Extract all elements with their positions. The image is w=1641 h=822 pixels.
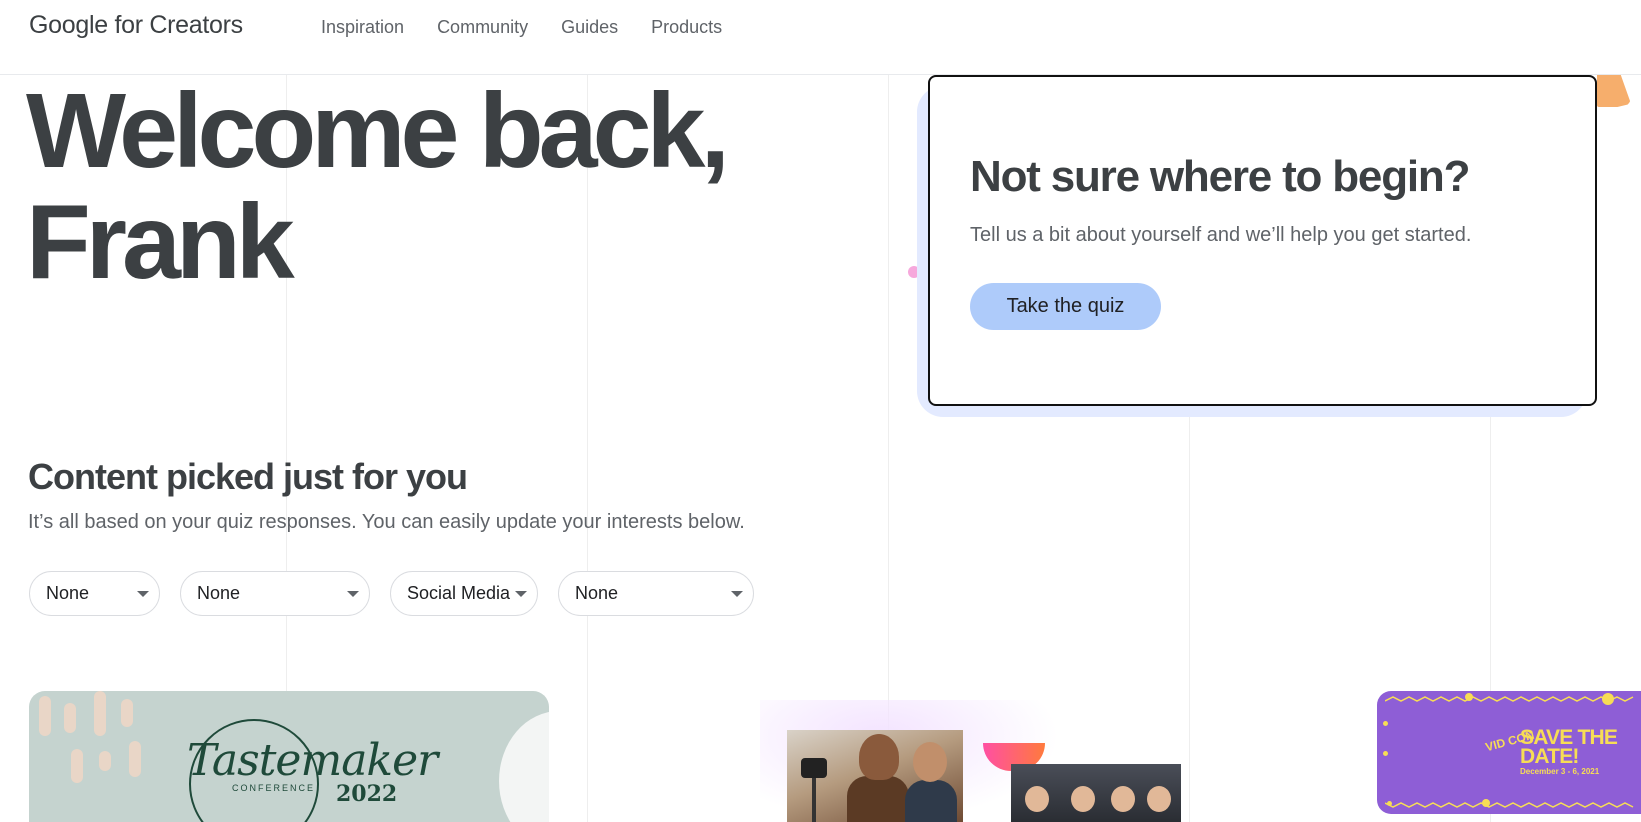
decorative-pill [129, 741, 141, 777]
welcome-heading: Welcome back, Frank [26, 72, 730, 301]
decorative-dot [1465, 693, 1473, 701]
interest-filter-3[interactable]: Social Media [390, 571, 538, 616]
person-head [913, 742, 947, 782]
take-quiz-button[interactable]: Take the quiz [970, 283, 1161, 330]
interest-filter-4[interactable]: None [558, 571, 754, 616]
filter-value: Social Media [407, 583, 511, 603]
camera-icon [801, 758, 827, 778]
person-head [859, 734, 899, 780]
group-photo[interactable] [1011, 764, 1181, 822]
person-shape [905, 780, 957, 822]
person-head [1147, 786, 1171, 812]
vidcon-headline: SAVE THE DATE! [1520, 727, 1618, 768]
interest-filter-2[interactable]: None [180, 571, 370, 616]
zigzag-border [1385, 696, 1634, 702]
decorative-pill [121, 699, 133, 727]
filter-value: None [46, 583, 90, 603]
tastemaker-subtitle: CONFERENCE [232, 783, 316, 793]
caret-down-icon [731, 591, 743, 597]
interest-filter-1[interactable]: None [29, 571, 160, 616]
decorative-plate [499, 711, 549, 822]
decorative-shape [1597, 75, 1631, 107]
nav-item-community[interactable]: Community [437, 17, 528, 38]
person-head [1025, 786, 1049, 812]
site-header: Google for Creators Inspiration Communit… [0, 0, 1641, 75]
caret-down-icon [515, 591, 527, 597]
caret-down-icon [347, 591, 359, 597]
person-shape [847, 776, 909, 822]
creators-photo[interactable] [787, 730, 963, 822]
filter-value: None [197, 583, 241, 603]
decorative-dot [1387, 801, 1392, 806]
site-logo[interactable]: Google for Creators [29, 11, 243, 40]
vidcon-dates: December 3 - 6, 2021 [1520, 767, 1600, 776]
zigzag-border [1385, 802, 1634, 808]
decorative-dot [1383, 751, 1388, 756]
decorative-pill [64, 703, 76, 733]
decorative-pill [71, 749, 83, 783]
decorative-dot [1482, 799, 1490, 807]
person-head [1071, 786, 1095, 812]
person-head [1111, 786, 1135, 812]
decorative-dot [1602, 693, 1614, 705]
tripod-shape [812, 778, 816, 822]
vidcon-card[interactable]: VID CON SAVE THE DATE! December 3 - 6, 2… [1377, 691, 1641, 814]
quiz-subtitle: Tell us a bit about yourself and we’ll h… [970, 224, 1472, 246]
tastemaker-year: 2022 [336, 781, 398, 807]
content-section-subtitle: It’s all based on your quiz responses. Y… [28, 511, 745, 533]
user-name: Frank [26, 183, 295, 301]
decorative-dot [1383, 721, 1388, 726]
nav-item-inspiration[interactable]: Inspiration [321, 17, 404, 38]
nav-item-products[interactable]: Products [651, 17, 722, 38]
main-nav: Inspiration Community Guides Products [321, 17, 722, 38]
decorative-pill [94, 691, 106, 736]
welcome-line: Welcome back, [26, 72, 730, 190]
content-section-title: Content picked just for you [28, 456, 468, 497]
tastemaker-card[interactable]: Tastemaker CONFERENCE 2022 [29, 691, 549, 822]
decorative-pill [99, 751, 111, 771]
caret-down-icon [137, 591, 149, 597]
quiz-card: Not sure where to begin? Tell us a bit a… [928, 75, 1597, 406]
decorative-pill [39, 696, 51, 736]
nav-item-guides[interactable]: Guides [561, 17, 618, 38]
quiz-title: Not sure where to begin? [970, 152, 1470, 201]
vidcon-headline-line: DATE! [1520, 745, 1579, 768]
tastemaker-title: Tastemaker [187, 735, 438, 786]
filter-value: None [575, 583, 619, 603]
